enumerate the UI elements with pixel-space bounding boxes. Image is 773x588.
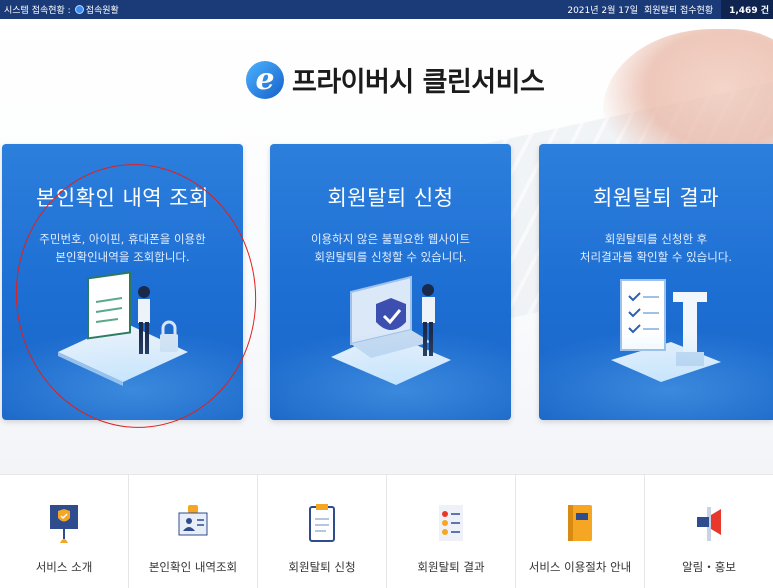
site-logo[interactable]: e 프라이버시 클린서비스 — [246, 60, 545, 99]
checklist-icon — [439, 505, 463, 541]
withdrawal-request-card[interactable]: 회원탈퇴 신청 이용하지 않은 불필요한 웹사이트 회원탈퇴를 신청할 수 있습… — [270, 144, 511, 420]
system-status-value: 접속원활 — [85, 6, 119, 16]
card-title: 본인확인 내역 조회 — [36, 186, 209, 210]
menu-label: 서비스 이용절차 안내 — [528, 560, 632, 574]
current-date: 2021년 2월 17일 — [567, 6, 638, 16]
status-indicator-icon — [74, 5, 84, 14]
menu-label: 회원탈퇴 결과 — [417, 560, 485, 574]
card-title: 회원탈퇴 신청 — [327, 186, 454, 210]
laptop-shield-illustration-icon — [330, 275, 451, 385]
card-description: 이용하지 않은 불필요한 웹사이트 회원탈퇴를 신청할 수 있습니다. — [310, 232, 471, 264]
menu-withdrawal-request[interactable]: 회원탈퇴 신청 — [258, 475, 387, 588]
withdrawal-count: 1,469 건 — [721, 0, 773, 19]
withdrawal-status-label: 회원탈퇴 접수현황 — [644, 6, 714, 16]
withdrawal-result-card[interactable]: 회원탈퇴 결과 회원탈퇴를 신청한 후 처리결과를 확인할 수 있습니다. — [539, 144, 773, 420]
menu-notice-promotion[interactable]: 알림・홍보 — [645, 475, 773, 588]
e-logo-icon: e — [246, 60, 284, 99]
card-description: 주민번호, 아이핀, 휴대폰을 이용한 본인확인내역을 조회합니다. — [39, 232, 206, 264]
menu-withdrawal-result[interactable]: 회원탈퇴 결과 — [387, 475, 516, 588]
menu-label: 알림・홍보 — [682, 560, 736, 574]
top-status-bar: 시스템 접속현황 : 접속원활 2021년 2월 17일 회원탈퇴 접수현황 1… — [0, 0, 773, 19]
menu-label: 서비스 소개 — [35, 560, 93, 574]
menu-label: 본인확인 내역조회 — [148, 560, 238, 574]
menu-identity-check[interactable]: 본인확인 내역조회 — [129, 475, 258, 588]
clipboard-icon — [309, 504, 335, 542]
identity-document-illustration-icon — [57, 272, 188, 386]
result-checklist-illustration-icon — [611, 279, 721, 382]
menu-service-intro[interactable]: 서비스 소개 — [0, 475, 129, 588]
card-description: 회원탈퇴를 신청한 후 처리결과를 확인할 수 있습니다. — [579, 232, 733, 264]
megaphone-icon — [697, 507, 721, 541]
identity-check-card[interactable]: 본인확인 내역 조회 주민번호, 아이핀, 휴대폰을 이용한 본인확인내역을 조… — [2, 144, 243, 420]
guide-book-icon — [568, 505, 592, 541]
menu-service-guide[interactable]: 서비스 이용절차 안내 — [516, 475, 645, 588]
id-card-icon — [178, 505, 208, 536]
system-status: 시스템 접속현황 : 접속원활 — [4, 3, 119, 16]
menu-label: 회원탈퇴 신청 — [288, 560, 356, 574]
presentation-shield-icon — [50, 505, 78, 543]
site-title: 프라이버시 클린서비스 — [292, 67, 545, 98]
withdrawal-status: 2021년 2월 17일 회원탈퇴 접수현황 1,469 건 — [567, 0, 773, 19]
card-title: 회원탈퇴 결과 — [592, 186, 720, 210]
system-status-label: 시스템 접속현황 : — [4, 6, 71, 16]
bottom-quick-menu: 서비스 소개 본인확인 내역조회 회원탈퇴 신청 회원탈퇴 결과 서비스 이용절… — [0, 474, 773, 588]
